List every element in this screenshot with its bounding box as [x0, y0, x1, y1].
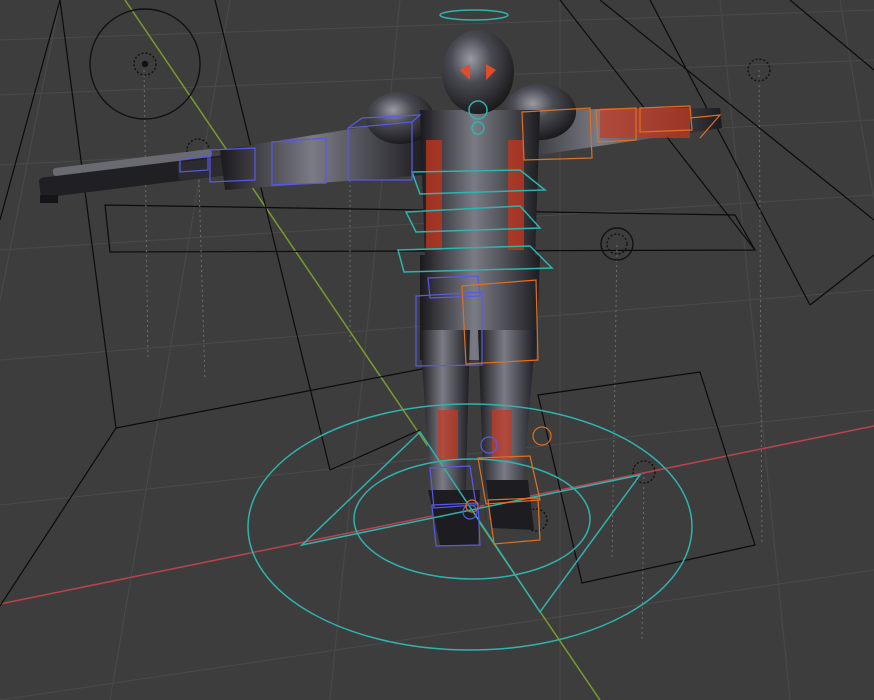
empty-icon [141, 60, 149, 68]
character-mesh[interactable] [38, 30, 722, 545]
head-control [439, 9, 509, 21]
3d-viewport[interactable] [0, 0, 874, 700]
viewport-canvas[interactable] [0, 0, 874, 700]
